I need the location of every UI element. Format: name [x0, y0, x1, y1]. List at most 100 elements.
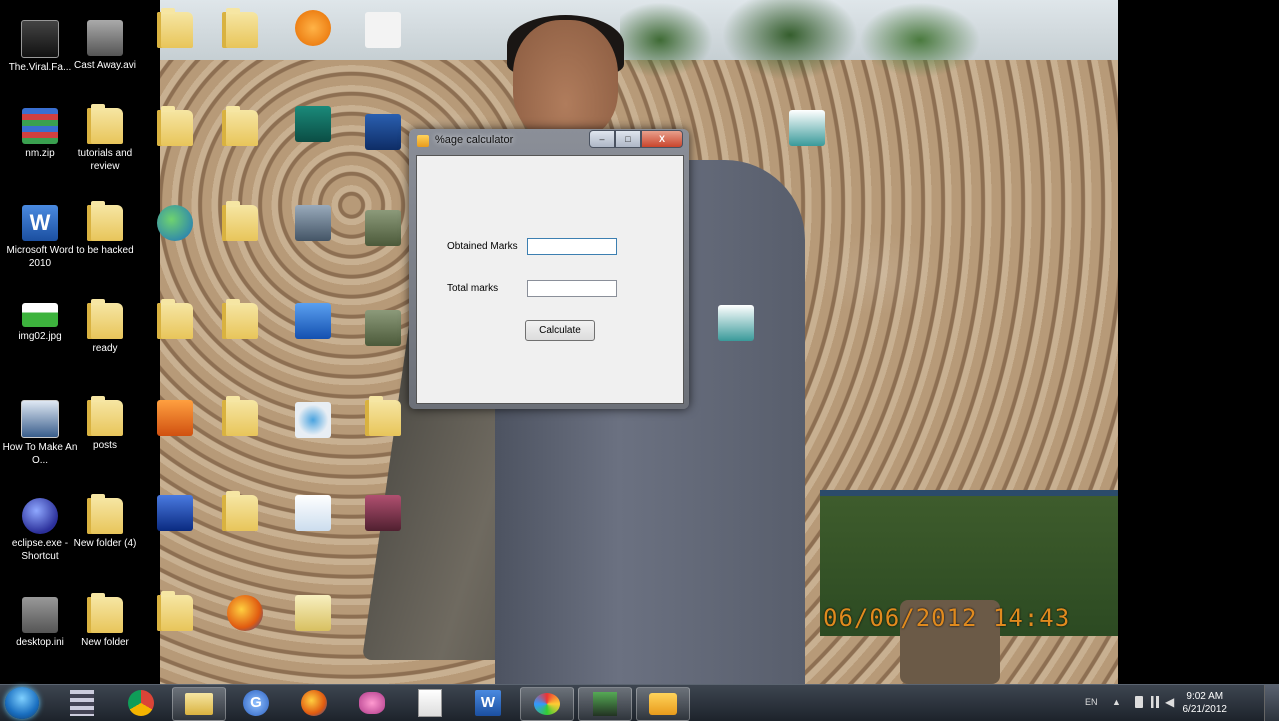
word-icon: W: [22, 205, 58, 241]
clock-time: 9:02 AM: [1186, 691, 1224, 702]
taskbar-app-button[interactable]: [346, 687, 398, 719]
desktop-icon[interactable]: [273, 595, 353, 631]
desktop-icon[interactable]: [200, 299, 280, 339]
folder-icon: [222, 299, 258, 339]
calculate-button[interactable]: Calculate: [525, 320, 595, 341]
desktop-icon[interactable]: [200, 491, 280, 531]
desktop-icon[interactable]: [343, 12, 423, 48]
messenger-icon: [359, 692, 385, 714]
desktop-icon-newfolder[interactable]: New folder: [65, 593, 145, 649]
language-indicator[interactable]: EN: [1085, 697, 1098, 707]
app-icon: [417, 135, 429, 147]
folder-icon: [365, 396, 401, 436]
taskbar-app-button[interactable]: [56, 687, 108, 719]
clock[interactable]: 9:02 AM 6/21/2012: [1183, 690, 1228, 716]
folder-icon: [87, 104, 123, 144]
globe-icon: [157, 205, 193, 241]
document-icon: [365, 12, 401, 48]
taskbar-app-button[interactable]: [115, 687, 167, 719]
app-icon: [295, 595, 331, 631]
battery-icon[interactable]: [1135, 696, 1143, 708]
desktop-icon[interactable]: [200, 8, 280, 48]
desktop-icon-tutorials[interactable]: tutorials and review: [65, 104, 145, 173]
folder-icon: [157, 106, 193, 146]
desktop-icon[interactable]: [273, 106, 353, 142]
desktop-icon[interactable]: [200, 106, 280, 146]
folder-icon: [87, 201, 123, 241]
clock-date: 6/21/2012: [1182, 704, 1228, 715]
wallpaper-trees: [620, 0, 1000, 95]
total-marks-label: Total marks: [447, 283, 499, 294]
taskbar-app-button[interactable]: W: [462, 687, 514, 719]
folder-icon: [222, 396, 258, 436]
app-icon: [295, 106, 331, 142]
obtained-marks-label: Obtained Marks: [447, 241, 518, 252]
taskbar-app-button[interactable]: [288, 687, 340, 719]
desktop-icon[interactable]: [273, 402, 353, 438]
volume-icon[interactable]: ◀: [1165, 695, 1174, 709]
desktop-icon[interactable]: [273, 495, 353, 531]
desktop-icon[interactable]: [135, 591, 215, 631]
folder-icon: [87, 494, 123, 534]
maximize-button[interactable]: □: [615, 130, 641, 148]
desktop-icon-posts[interactable]: posts: [65, 396, 145, 452]
window-titlebar[interactable]: %age calculator – □ X: [409, 129, 689, 153]
close-button[interactable]: X: [641, 130, 683, 148]
firefox-icon: [301, 690, 327, 716]
folder-icon: [222, 8, 258, 48]
folder-icon: [157, 299, 193, 339]
show-hidden-icons-icon[interactable]: ▲: [1112, 697, 1121, 707]
start-button[interactable]: [5, 687, 39, 719]
vlc-icon: [157, 400, 193, 436]
taskbar-app-button[interactable]: [404, 687, 456, 719]
desktop-icon-castaway[interactable]: Cast Away.avi: [65, 20, 145, 72]
total-marks-input[interactable]: [527, 280, 617, 297]
desktop-icon[interactable]: [696, 305, 776, 341]
taskbar-app-button[interactable]: [636, 687, 690, 721]
desktop-icon[interactable]: [767, 110, 847, 146]
minimize-button[interactable]: –: [589, 130, 615, 148]
settings-file-icon: [22, 597, 58, 633]
folder-icon: [222, 491, 258, 531]
video-file-icon: [21, 400, 59, 438]
folder-icon: [157, 591, 193, 631]
calculator-window: %age calculator – □ X Obtained Marks Tot…: [409, 129, 689, 409]
image-file-icon: [365, 310, 401, 346]
wallpaper-person-head: [513, 20, 618, 140]
paint-icon: [534, 693, 560, 715]
desktop-icon[interactable]: [200, 201, 280, 241]
taskbar-app-button[interactable]: G: [230, 687, 282, 719]
taskbar: G W EN ▲ ◀ 9:02 AM 6/21/2012: [0, 684, 1279, 721]
desktop-icon[interactable]: [273, 10, 353, 46]
desktop-icon-label: ready: [92, 343, 118, 354]
desktop-icon-ready[interactable]: ready: [65, 299, 145, 355]
desktop-icon-hacked[interactable]: to be hacked: [65, 201, 145, 257]
obtained-marks-input[interactable]: [527, 238, 617, 255]
taskbar-app-button[interactable]: [172, 687, 226, 721]
folder-icon: [87, 593, 123, 633]
word-icon: W: [475, 690, 501, 716]
ie-icon: [295, 402, 331, 438]
window-title: %age calculator: [435, 134, 514, 146]
firefox-icon: [227, 595, 263, 631]
folder-icon: [222, 106, 258, 146]
desktop-icon-label: posts: [93, 440, 117, 451]
image-file-icon: [22, 303, 58, 327]
desktop-icon-newfolder4[interactable]: New folder (4): [65, 494, 145, 550]
desktop-icon-label: tutorials and review: [77, 148, 133, 172]
folder-icon: [157, 8, 193, 48]
taskbar-app-button[interactable]: [520, 687, 574, 721]
desktop-icon[interactable]: [343, 495, 423, 531]
taskbar-app-button[interactable]: [578, 687, 632, 721]
explorer-icon: [185, 693, 213, 715]
recorder-icon: [593, 692, 617, 716]
document-icon: [295, 495, 331, 531]
monitor-icon: [365, 114, 401, 150]
show-desktop-button[interactable]: [1264, 685, 1279, 721]
desktop-icon[interactable]: [200, 396, 280, 436]
folder-icon: [222, 201, 258, 241]
window-client-area: Obtained Marks Total marks Calculate: [416, 155, 684, 404]
desktop-icon[interactable]: [273, 303, 353, 339]
desktop-icon[interactable]: [273, 205, 353, 241]
network-icon[interactable]: [1151, 696, 1159, 708]
